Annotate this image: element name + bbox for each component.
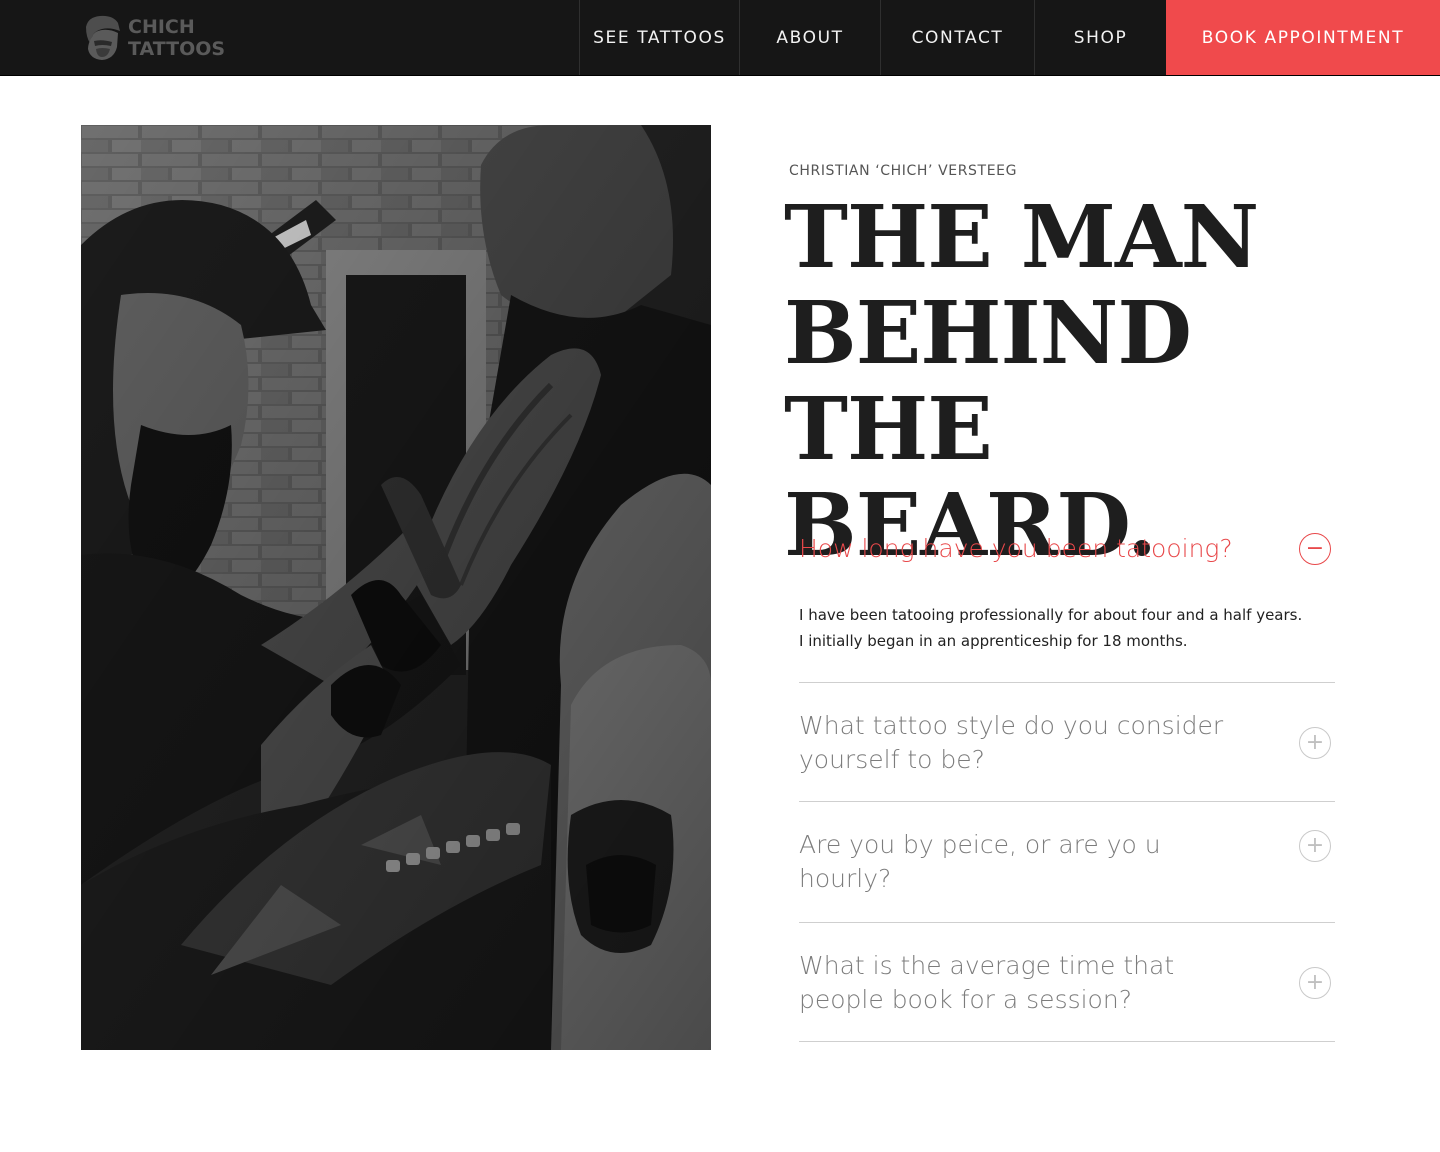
top-navigation-bar: CHICH TATTOOS SEE TATTOOS ABOUT CONTACT … — [0, 0, 1440, 76]
headline-line-1: THE MAN — [784, 187, 1259, 288]
logo-line-2: TATTOOS — [128, 38, 226, 60]
faq-answer-1: I have been tatooing professionally for … — [799, 566, 1335, 682]
faq-item-1: How long have you been tatooing? − I hav… — [799, 510, 1335, 683]
plus-circle-icon[interactable]: + — [1299, 727, 1331, 759]
nav-contact[interactable]: CONTACT — [880, 0, 1034, 75]
nav-see-tattoos[interactable]: SEE TATTOOS — [579, 0, 739, 75]
book-appointment-button[interactable]: BOOK APPOINTMENT — [1166, 0, 1440, 75]
faq-answer-1-line-1: I have been tatooing professionally for … — [799, 606, 1303, 624]
faq-question-2[interactable]: What tattoo style do you consider yourse… — [799, 709, 1335, 777]
faq-question-1[interactable]: How long have you been tatooing? — [799, 532, 1335, 566]
logo-wordmark: CHICH TATTOOS — [128, 16, 225, 60]
faq-question-4[interactable]: What is the average time that people boo… — [799, 949, 1335, 1017]
faq-answer-1-line-2: I initially began in an apprenticeship f… — [799, 632, 1188, 650]
faq-question-3[interactable]: Are you by peice, or are yo u hourly? — [799, 828, 1335, 896]
faq-item-3: Are you by peice, or are yo u hourly? + — [799, 802, 1335, 923]
plus-circle-icon[interactable]: + — [1299, 967, 1331, 999]
logo-link[interactable]: CHICH TATTOOS — [80, 12, 240, 64]
artist-name-eyebrow: CHRISTIAN ‘CHICH’ VERSTEEG — [789, 163, 1018, 179]
faq-accordion: How long have you been tatooing? − I hav… — [799, 510, 1335, 1042]
plus-circle-icon[interactable]: + — [1299, 830, 1331, 862]
tattoo-artist-photo — [81, 125, 711, 1050]
artist-photo-illustration — [81, 125, 711, 1050]
minus-circle-icon[interactable]: − — [1299, 533, 1331, 565]
headline-line-2: BEHIND THE — [784, 283, 1192, 480]
faq-item-2: What tattoo style do you consider yourse… — [799, 683, 1335, 802]
faq-item-4: What is the average time that people boo… — [799, 923, 1335, 1042]
bearded-head-icon — [86, 15, 120, 60]
logo-line-1: CHICH — [128, 16, 195, 38]
nav-about[interactable]: ABOUT — [739, 0, 880, 75]
nav-shop[interactable]: SHOP — [1034, 0, 1166, 75]
main-nav: SEE TATTOOS ABOUT CONTACT SHOP BOOK APPO… — [579, 0, 1440, 76]
